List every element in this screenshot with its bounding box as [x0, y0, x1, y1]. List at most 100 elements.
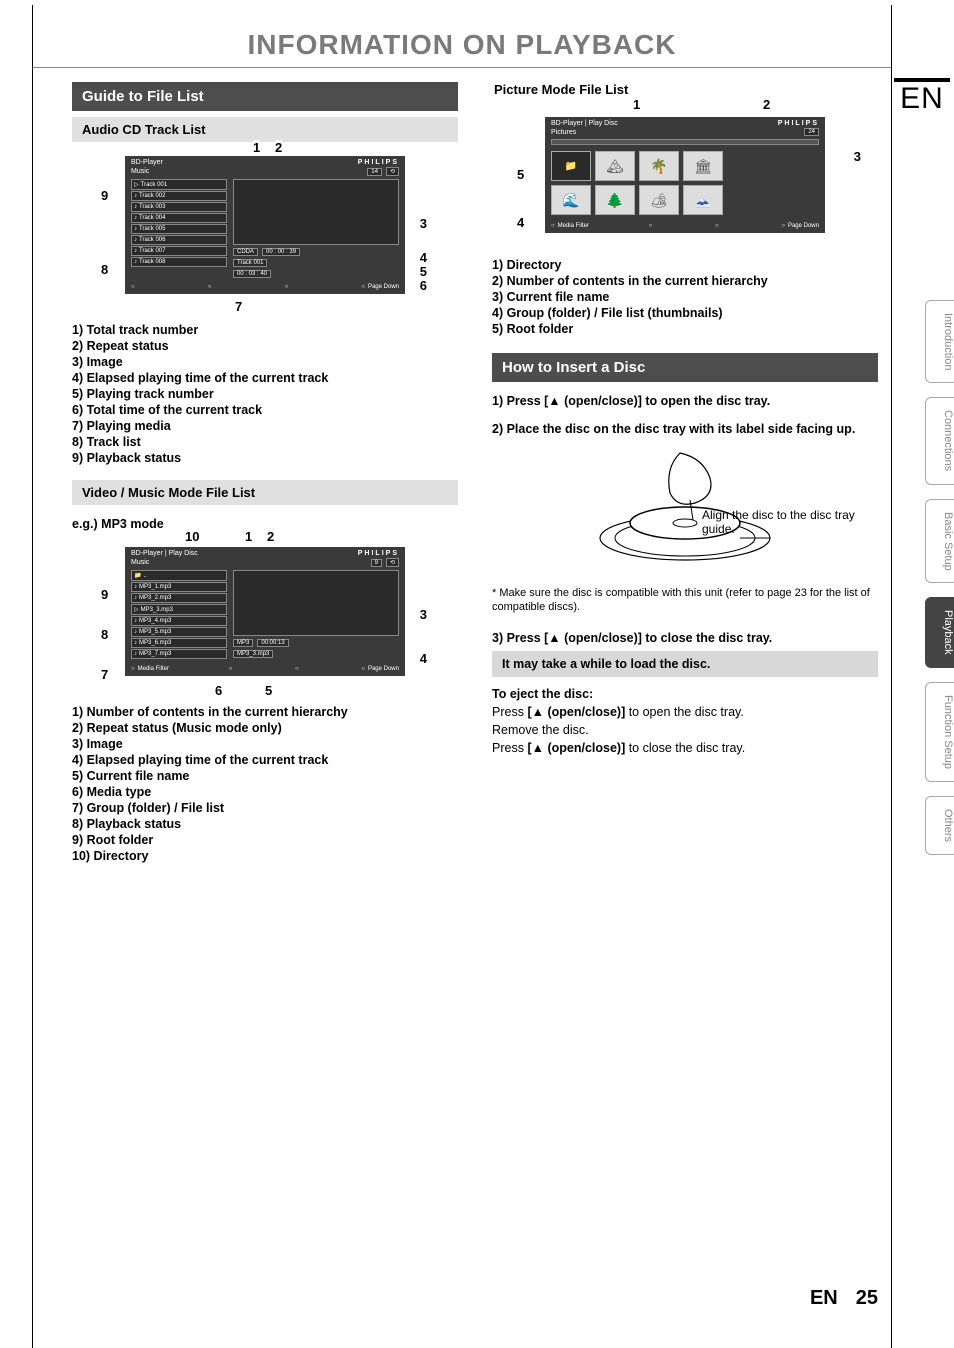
brand-logo: PHILIPS: [778, 120, 819, 127]
callout-2: 2: [763, 97, 770, 112]
media-filter: Media Filter: [551, 223, 589, 229]
track-name: Track 001: [233, 259, 267, 267]
page-footer: EN 25: [810, 1287, 878, 1310]
picture-figure: BD-Player | Play Disc PHILIPS Pictures 2…: [525, 117, 845, 233]
callout-8: 8: [101, 262, 108, 277]
footer-page-number: 25: [856, 1287, 878, 1309]
callout-5: 5: [517, 167, 524, 182]
page-down: Page Down: [361, 284, 399, 290]
footer-dot: [131, 284, 138, 290]
image-thumb: 🌴: [639, 151, 679, 181]
tab-others[interactable]: Others: [925, 796, 954, 855]
callout-3: 3: [420, 216, 427, 231]
brand-logo: PHILIPS: [358, 159, 399, 166]
audio-cd-figure: BD-Player PHILIPS Music 14 ⟲ ▷Track 001 …: [105, 156, 425, 294]
image-thumb: 🏔: [595, 151, 635, 181]
note-icon: ♪: [134, 259, 137, 265]
page-title: INFORMATION ON PLAYBACK: [32, 5, 892, 68]
format-badge: MP3: [233, 639, 253, 647]
picture-description-list: 1) Directory 2) Number of contents in th…: [492, 257, 878, 337]
footer-dot: [285, 284, 292, 290]
note-icon: ♪: [134, 651, 137, 657]
eject-line-3: Press [▲ (open/close)] to close the disc…: [492, 739, 878, 757]
elapsed-time: 00 : 00 : 39: [262, 248, 300, 256]
disc-illustration: Align the disc to the disc tray guide.: [492, 448, 878, 578]
callout-3: 3: [854, 149, 861, 164]
callout-6: 6: [215, 683, 222, 698]
picture-subheader: Picture Mode File List: [492, 82, 878, 103]
note-icon: ♪: [134, 584, 137, 590]
note-icon: ♪: [134, 629, 137, 635]
breadcrumb: BD-Player | Play Disc: [131, 550, 198, 557]
callout-2: 2: [275, 140, 282, 155]
image-thumb: 🌊: [551, 185, 591, 215]
callout-9: 9: [101, 188, 108, 203]
repeat-icon: ⟲: [386, 167, 399, 176]
tab-function-setup[interactable]: Function Setup: [925, 682, 954, 782]
load-note: It may take a while to load the disc.: [492, 651, 878, 677]
audio-subheader: Audio CD Track List: [72, 117, 458, 142]
breadcrumb: BD-Player: [131, 159, 163, 166]
callout-5: 5: [265, 683, 272, 698]
tab-basic-setup[interactable]: Basic Setup: [925, 499, 954, 584]
callout-3: 3: [420, 607, 427, 622]
note-icon: ♪: [134, 193, 137, 199]
callout-8: 8: [101, 627, 108, 642]
breadcrumb: BD-Player | Play Disc: [551, 120, 618, 127]
note-icon: ♪: [134, 204, 137, 210]
filename-bar: [551, 139, 819, 145]
image-thumb: 🌲: [595, 185, 635, 215]
guide-section-header: Guide to File List: [72, 82, 458, 111]
folder-thumb: 📁: [551, 151, 591, 181]
callout-9: 9: [101, 587, 108, 602]
footer-lang: EN: [810, 1287, 838, 1309]
count-box: 24: [804, 128, 819, 136]
callout-1: 1: [633, 97, 640, 112]
callout-4: 4: [420, 651, 427, 666]
eject-line-2: Remove the disc.: [492, 721, 878, 739]
video-music-subheader: Video / Music Mode File List: [72, 480, 458, 505]
media-filter: Media Filter: [131, 666, 169, 672]
image-thumb: 🗻: [683, 185, 723, 215]
image-thumb: 🏛: [683, 151, 723, 181]
count-box: 9: [371, 559, 382, 567]
step-1: 1) Press [▲ (open/close)] to open the di…: [492, 392, 878, 410]
tab-connections[interactable]: Connections: [925, 397, 954, 484]
note-icon: ♪: [134, 226, 137, 232]
footer-dot: [208, 284, 215, 290]
preview-image: [233, 179, 399, 245]
image-thumb: 🏕: [639, 185, 679, 215]
tab-introduction[interactable]: Introduction: [925, 300, 954, 383]
footer-dot: [649, 223, 656, 229]
compatibility-note: * Make sure the disc is compatible with …: [492, 582, 878, 619]
footer-dot: [295, 666, 302, 672]
eject-line-1: Press [▲ (open/close)] to open the disc …: [492, 703, 878, 721]
callout-7: 7: [101, 667, 108, 682]
tab-playback[interactable]: Playback: [925, 597, 954, 668]
language-code: EN: [894, 78, 950, 116]
disc-caption: Align the disc to the disc tray guide.: [702, 508, 862, 536]
side-tabs: Introduction Connections Basic Setup Pla…: [925, 300, 954, 855]
footer-dot: [229, 666, 236, 672]
mp3-description-list: 1) Number of contents in the current hie…: [72, 704, 458, 864]
callout-6: 6: [420, 278, 427, 293]
callout-10: 10: [185, 529, 199, 544]
callout-4: 4: [420, 250, 427, 265]
callout-4: 4: [517, 215, 524, 230]
callout-5: 5: [420, 264, 427, 279]
callout-1: 1: [245, 529, 252, 544]
repeat-icon: ⟲: [386, 558, 399, 567]
page-down: Page Down: [781, 223, 819, 229]
total-time: 00 : 03 : 40: [233, 270, 271, 278]
file-name: MP3_3.mp3: [233, 650, 273, 658]
folder-icon: 📁: [134, 572, 141, 579]
music-label: Music: [131, 559, 367, 566]
brand-logo: PHILIPS: [358, 550, 399, 557]
file-list: 📁.. ♪MP3_1.mp3 ♪MP3_2.mp3 ▷MP3_3.mp3 ♪MP…: [131, 570, 227, 660]
insert-disc-header: How to Insert a Disc: [492, 353, 878, 382]
footer-dot: [715, 223, 722, 229]
count-box: 14: [367, 168, 382, 176]
note-icon: ♪: [134, 640, 137, 646]
elapsed-time: 00:00:13: [257, 639, 288, 647]
mp3-mode-label: e.g.) MP3 mode: [72, 515, 458, 533]
